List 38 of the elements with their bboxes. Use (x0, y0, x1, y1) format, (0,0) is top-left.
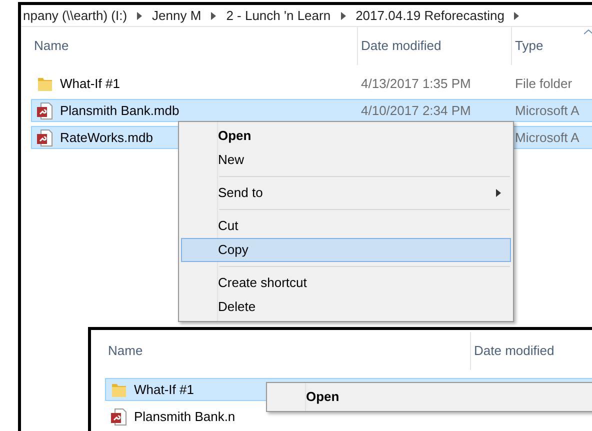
file-name: Plansmith Bank.mdb (60, 102, 180, 120)
menu-item[interactable]: Copy (181, 238, 511, 262)
file-name: RateWorks.mdb (60, 128, 153, 147)
file-row[interactable]: What-If #1 4/13/2017 1:35 PM File folder (31, 72, 592, 95)
column-header[interactable]: Name (105, 332, 470, 370)
chevron-right-icon (137, 12, 142, 20)
file-name: Plansmith Bank.n (134, 408, 236, 426)
breadcrumb-item[interactable]: 2017.04.19 Reforecasting (356, 6, 504, 26)
date-modified: 4/10/2017 2:34 PM (361, 102, 471, 118)
file-type: Microsoft A (515, 130, 580, 145)
column-header[interactable]: Type (511, 27, 592, 65)
file-row[interactable]: Plansmith Bank.mdb 4/10/2017 2:34 PM Microsoft A (31, 99, 592, 122)
menu-item[interactable]: Send to (181, 181, 511, 205)
chevron-right-icon (211, 12, 216, 20)
date-modified: 4/13/2017 1:35 PM (361, 76, 471, 91)
column-header[interactable]: Date modified (470, 332, 590, 370)
file-type: Microsoft A (515, 102, 580, 118)
menu-item[interactable]: Open (269, 385, 592, 409)
column-header[interactable]: Date modified (357, 27, 511, 65)
breadcrumb-item[interactable]: Jenny M (152, 6, 202, 26)
database-file-icon (36, 128, 54, 146)
sort-ascending-icon (584, 29, 592, 35)
file-name: What-If #1 (60, 74, 120, 93)
database-file-icon (36, 102, 54, 120)
file-type: File folder (515, 76, 572, 91)
menu-item[interactable]: Open (181, 124, 511, 148)
database-file-icon (110, 408, 128, 426)
menu-item[interactable]: Delete (181, 295, 511, 319)
menu-item[interactable]: Cut (181, 214, 511, 238)
chevron-right-icon (514, 12, 520, 20)
file-name: What-If #1 (134, 380, 194, 399)
menu-item[interactable]: Create shortcut (181, 271, 511, 295)
menu-item[interactable]: New (181, 148, 511, 172)
chevron-right-icon (340, 12, 346, 20)
column-header[interactable]: Name (31, 27, 357, 65)
breadcrumb-item[interactable]: npany (\\earth) (I:) (23, 6, 128, 26)
breadcrumb-item[interactable]: 2 - Lunch 'n Learn (226, 6, 331, 26)
submenu-arrow-icon (496, 189, 502, 197)
